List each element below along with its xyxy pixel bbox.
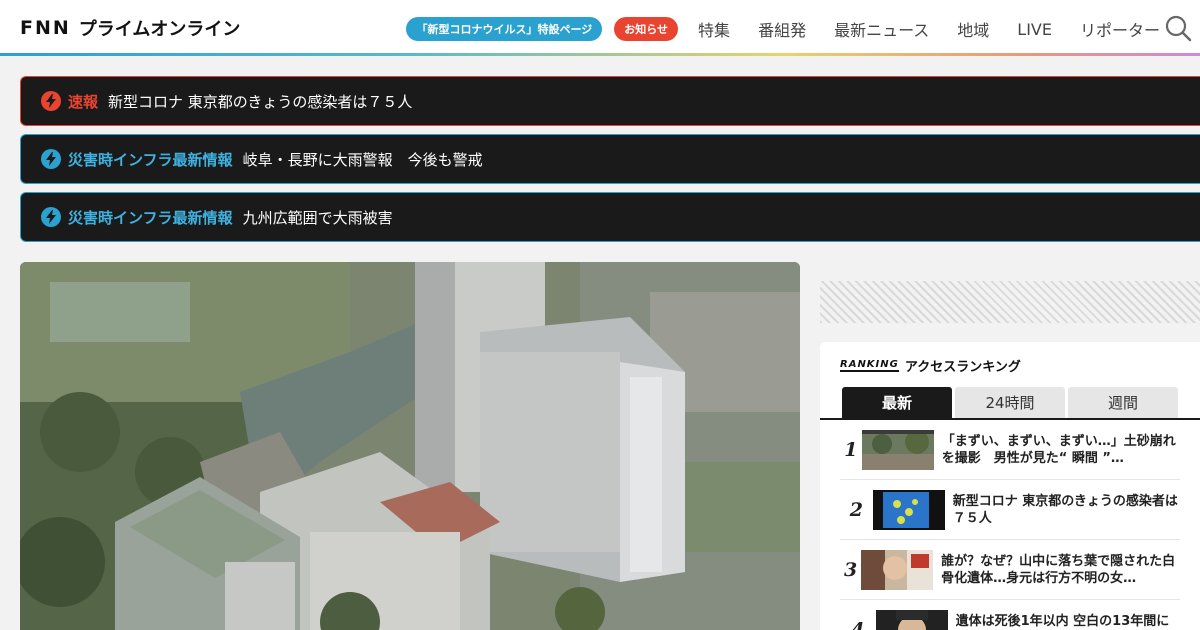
site-header: FNN プライムオンライン 「新型コロナウイルス」特設ページ お知らせ 特集 番… <box>0 0 1200 56</box>
rank-number: 2 <box>849 498 863 521</box>
breaking-news-alert[interactable]: 速報 新型コロナ 東京都のきょうの感染者は７５人 <box>20 76 1200 126</box>
nav-item-latest-news[interactable]: 最新ニュース <box>834 17 929 41</box>
nav-item-region[interactable]: 地域 <box>957 17 989 41</box>
logo-mark: FNN <box>20 17 71 39</box>
list-item[interactable]: 4 遺体は死後1年以内 空白の13年間に一… <box>840 600 1180 630</box>
disaster-info-alert[interactable]: 災害時インフラ最新情報 九州広範囲で大雨被害 <box>20 192 1200 242</box>
hero-image[interactable] <box>20 262 800 630</box>
list-item[interactable]: 3 誰が？なぜ？山中に落ち葉で隠された白骨化遺体…身元は行方不明の女… <box>840 540 1180 600</box>
list-item[interactable]: 2 新型コロナ 東京都のきょうの感染者は７５人 <box>840 480 1180 540</box>
nav-item-programs[interactable]: 番組発 <box>758 17 806 41</box>
lightning-icon <box>41 149 61 169</box>
rank-number: 1 <box>844 438 858 461</box>
alert-label: 災害時インフラ最新情報 <box>68 208 233 227</box>
logo-text: プライムオンライン <box>78 19 241 40</box>
disaster-info-alert[interactable]: 災害時インフラ最新情報 岐阜・長野に大雨警報 今後も警戒 <box>20 134 1200 184</box>
rank-number: 3 <box>843 558 858 581</box>
rank-number: 4 <box>851 618 865 630</box>
article-title: 誰が？なぜ？山中に落ち葉で隠された白骨化遺体…身元は行方不明の女… <box>941 553 1176 586</box>
article-thumbnail <box>861 549 934 590</box>
article-title: 遺体は死後1年以内 空白の13年間に一… <box>955 613 1170 629</box>
ranking-header: RANKING アクセスランキング <box>840 356 1021 375</box>
tab-latest[interactable]: 最新 <box>842 387 952 418</box>
access-ranking-widget: RANKING アクセスランキング 最新 24時間 週間 1 「まずい、まずい、… <box>820 342 1200 630</box>
article-thumbnail <box>875 609 948 630</box>
search-icon[interactable] <box>1164 14 1192 42</box>
ranking-title: アクセスランキング <box>904 360 1021 375</box>
nav-item-live[interactable]: LIVE <box>1017 20 1052 39</box>
ad-placeholder <box>820 281 1200 323</box>
ranking-badge: RANKING <box>840 359 899 372</box>
nav-item-reporter[interactable]: リポーター <box>1080 17 1160 41</box>
nav-item-features[interactable]: 特集 <box>698 17 730 41</box>
alert-headline: 新型コロナ 東京都のきょうの感染者は７５人 <box>108 92 413 111</box>
alert-label: 災害時インフラ最新情報 <box>68 150 233 169</box>
tab-weekly[interactable]: 週間 <box>1068 387 1178 418</box>
article-thumbnail <box>872 489 945 530</box>
main-nav: 「新型コロナウイルス」特設ページ お知らせ 特集 番組発 最新ニュース 地域 L… <box>406 16 1160 42</box>
ranking-tabs: 最新 24時間 週間 <box>842 387 1181 418</box>
site-logo[interactable]: FNN プライムオンライン <box>20 17 241 40</box>
covid-special-link[interactable]: 「新型コロナウイルス」特設ページ <box>406 17 603 41</box>
notice-link[interactable]: お知らせ <box>614 17 679 41</box>
ranking-list: 1 「まずい、まずい、まずい…」土砂崩れを撮影 男性が見た“ 瞬間 ”… 2 新… <box>840 420 1180 630</box>
list-item[interactable]: 1 「まずい、まずい、まずい…」土砂崩れを撮影 男性が見た“ 瞬間 ”… <box>840 420 1180 480</box>
alert-label: 速報 <box>68 92 99 111</box>
article-title: 新型コロナ 東京都のきょうの感染者は７５人 <box>952 493 1178 526</box>
alert-headline: 岐阜・長野に大雨警報 今後も警戒 <box>242 150 483 169</box>
header-gradient-rule <box>0 53 1200 56</box>
alert-headline: 九州広範囲で大雨被害 <box>242 208 393 227</box>
tab-24h[interactable]: 24時間 <box>955 387 1065 418</box>
lightning-icon <box>41 91 61 111</box>
article-title: 「まずい、まずい、まずい…」土砂崩れを撮影 男性が見た“ 瞬間 ”… <box>941 433 1176 466</box>
lightning-icon <box>41 207 61 227</box>
article-thumbnail <box>861 429 934 470</box>
